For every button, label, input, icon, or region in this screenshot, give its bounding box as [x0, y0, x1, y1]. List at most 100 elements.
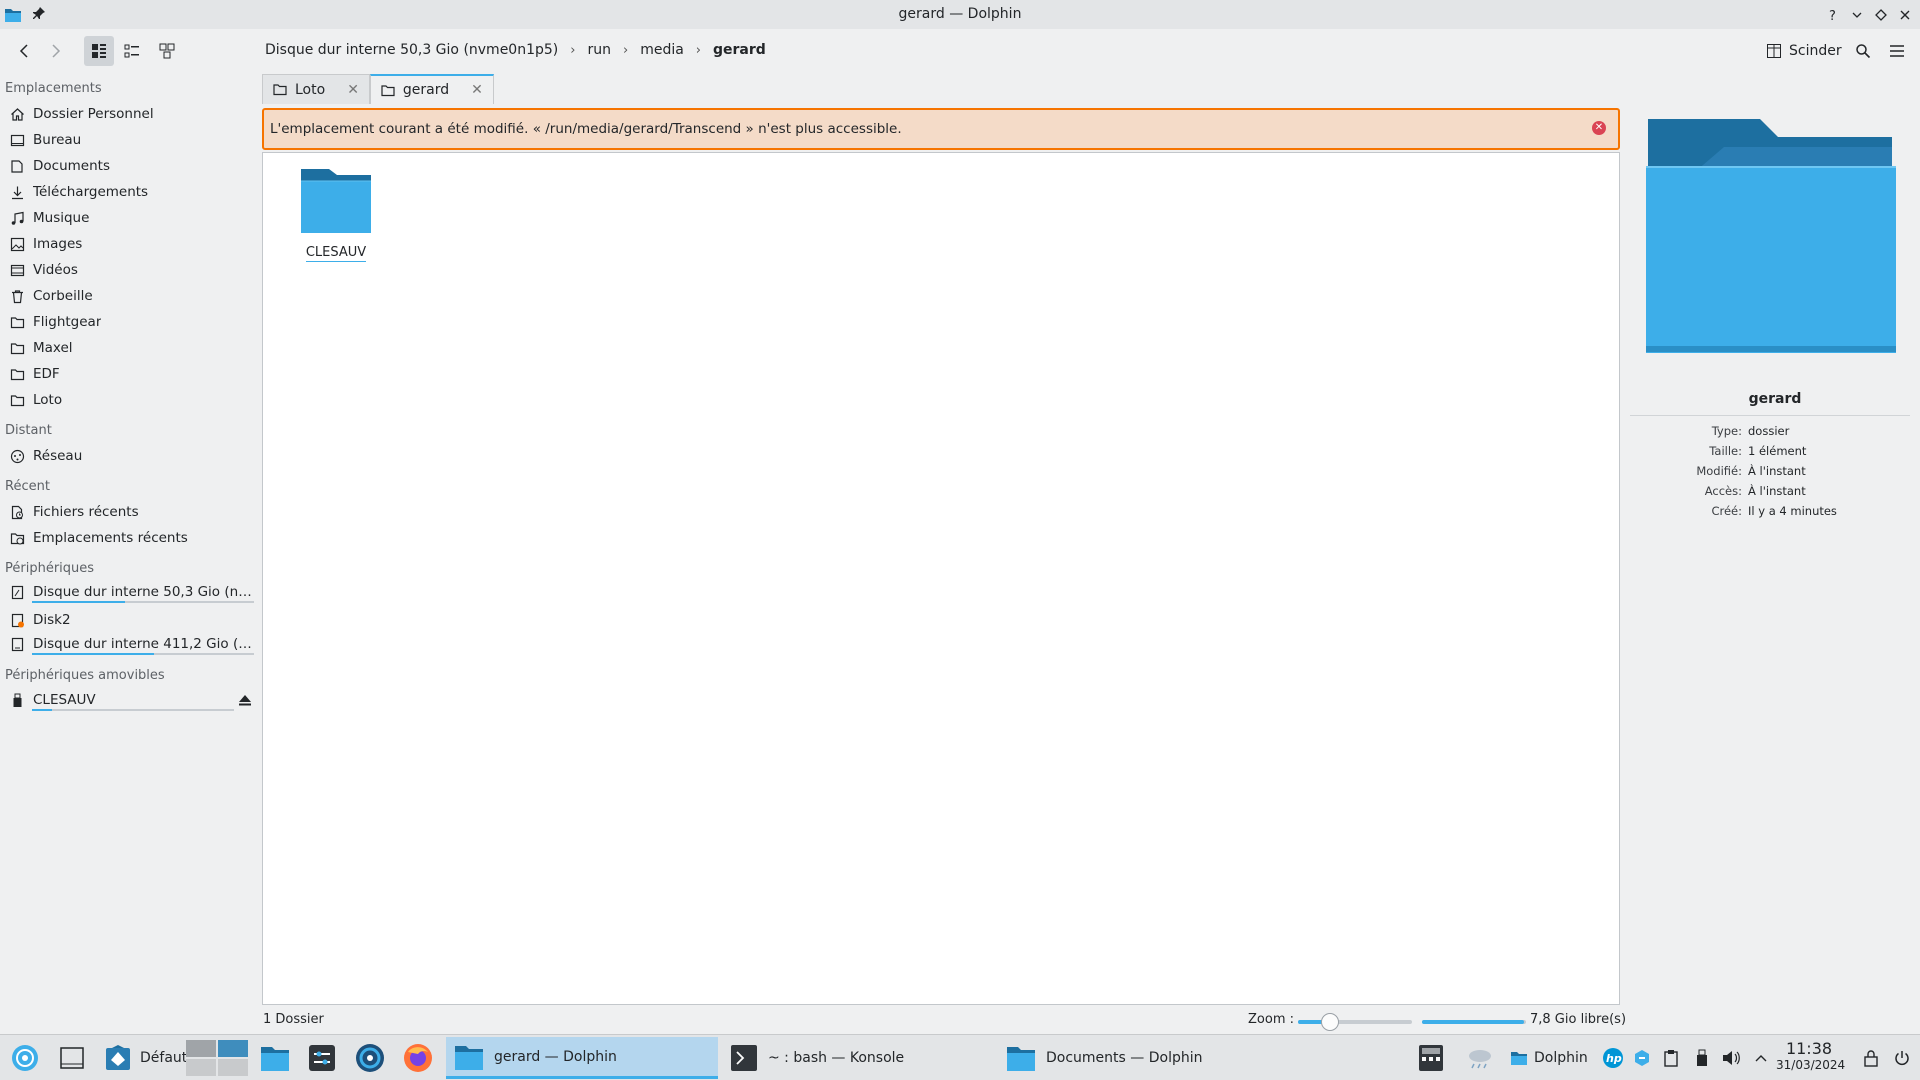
- folder-preview-icon: [1642, 113, 1898, 353]
- system-settings-icon[interactable]: [308, 1035, 336, 1080]
- digital-clock[interactable]: 11:38 31/03/2024: [1776, 1039, 1845, 1072]
- free-space-label: 7,8 Gio libre(s): [1530, 1012, 1627, 1027]
- chevron-up-icon[interactable]: [1754, 1035, 1768, 1080]
- sidebar-item-home[interactable]: Dossier Personnel: [0, 102, 256, 126]
- task-gerard-dolphin[interactable]: gerard — Dolphin: [446, 1037, 718, 1079]
- clock-time: 11:38: [1785, 1039, 1833, 1058]
- dolphin-launcher-icon[interactable]: [260, 1035, 290, 1080]
- info-item-name: gerard: [1748, 391, 1802, 407]
- sidebar-item-trash[interactable]: Corbeille: [0, 284, 256, 308]
- breadcrumb-item-drive[interactable]: Disque dur interne 50,3 Gio (nvme0n1p5): [263, 42, 560, 58]
- task-konsole[interactable]: ~ : bash — Konsole: [722, 1037, 994, 1079]
- title-bar[interactable]: gerard — Dolphin ?: [0, 0, 1920, 29]
- show-desktop-icon[interactable]: [60, 1035, 84, 1080]
- drive-icon: [9, 636, 26, 653]
- capacity-bar-clesauv: [32, 709, 234, 711]
- power-icon[interactable]: [1894, 1035, 1910, 1080]
- videos-icon: [9, 262, 26, 279]
- breadcrumb: Disque dur interne 50,3 Gio (nvme0n1p5) …: [263, 42, 768, 58]
- sidebar-item-disk2[interactable]: Disk2: [0, 608, 256, 632]
- chevron-right-icon: ›: [622, 42, 629, 58]
- clipboard-icon[interactable]: [1664, 1035, 1678, 1080]
- discover-icon[interactable]: [354, 1035, 386, 1080]
- sidebar-item-maxel[interactable]: Maxel: [0, 336, 256, 360]
- tab-loto[interactable]: Loto ✕: [262, 74, 370, 104]
- information-panel: gerard Type: dossier Taille: 1 élément Mod…: [1630, 73, 1920, 1033]
- sidebar-item-desktop[interactable]: Bureau: [0, 128, 256, 152]
- split-button[interactable]: Scinder: [1766, 39, 1842, 63]
- weather-icon[interactable]: [1466, 1035, 1494, 1080]
- zoom-slider-handle[interactable]: [1320, 1013, 1339, 1031]
- virtual-desktop-pager[interactable]: [186, 1035, 248, 1080]
- maximize-icon[interactable]: [1871, 5, 1891, 25]
- removable-device-icon[interactable]: [1696, 1035, 1708, 1080]
- hamburger-menu-icon[interactable]: [1882, 36, 1912, 66]
- sidebar-item-recent-places[interactable]: Emplacements récents: [0, 526, 256, 550]
- dolphin-task-icon: [454, 1043, 484, 1071]
- tab-gerard[interactable]: gerard ✕: [369, 74, 494, 104]
- close-tab-icon[interactable]: ✕: [471, 82, 483, 98]
- split-label: Scinder: [1789, 43, 1842, 59]
- compact-view-icon[interactable]: [152, 36, 182, 66]
- chevron-right-icon: ›: [695, 42, 701, 58]
- eject-icon[interactable]: [238, 694, 252, 706]
- sidebar-item-recent-files[interactable]: Fichiers récents: [0, 500, 256, 524]
- svg-text:?: ?: [1829, 9, 1836, 22]
- activity-switcher[interactable]: Défaut: [104, 1035, 187, 1080]
- icons-view-icon[interactable]: [84, 36, 114, 66]
- zoom-slider[interactable]: [1298, 1013, 1412, 1031]
- desktop-icon: [9, 132, 26, 149]
- activity-label: Défaut: [140, 1050, 188, 1066]
- recent-files-icon: [9, 504, 26, 521]
- documents-icon: [9, 158, 26, 175]
- volume-icon[interactable]: [1722, 1035, 1740, 1080]
- info-row-created: Créé: Il y a 4 minutes: [1711, 504, 1837, 518]
- firefox-icon[interactable]: [402, 1035, 434, 1080]
- warning-banner: L'emplacement courant a été modifié. « /…: [262, 108, 1620, 150]
- sidebar-item-edf[interactable]: EDF: [0, 362, 256, 386]
- breadcrumb-item-media[interactable]: media: [638, 42, 686, 58]
- close-icon[interactable]: [1895, 5, 1915, 25]
- details-view-icon[interactable]: [117, 36, 147, 66]
- search-icon[interactable]: [1848, 36, 1878, 66]
- hp-icon[interactable]: hp: [1602, 1035, 1624, 1080]
- application-launcher-icon[interactable]: [10, 1035, 40, 1080]
- sidebar-item-documents[interactable]: Documents: [0, 154, 256, 178]
- bluetooth-sync-icon[interactable]: [1632, 1035, 1652, 1080]
- trash-icon: [9, 288, 26, 305]
- drive-warning-icon: [9, 612, 26, 629]
- lock-screen-icon[interactable]: [1864, 1035, 1878, 1080]
- section-devices: Périphériques: [5, 561, 95, 576]
- breadcrumb-item-run[interactable]: run: [585, 42, 613, 58]
- tray-dolphin-label: Dolphin: [1534, 1050, 1588, 1066]
- file-view[interactable]: CLESAUV: [262, 152, 1620, 1005]
- konsole-task-icon: [730, 1044, 758, 1072]
- split-view-icon: [1766, 43, 1782, 59]
- drive-icon: [9, 584, 26, 601]
- info-row-size: Taille: 1 élément: [1709, 444, 1807, 458]
- network-icon: [9, 448, 26, 465]
- sidebar-item-pictures[interactable]: Images: [0, 232, 256, 256]
- music-icon: [9, 210, 26, 227]
- sidebar-item-music[interactable]: Musique: [0, 206, 256, 230]
- sidebar-item-network[interactable]: Réseau: [0, 444, 256, 468]
- home-icon: [9, 106, 26, 123]
- sidebar-item-loto[interactable]: Loto: [0, 388, 256, 412]
- forward-icon[interactable]: [40, 36, 70, 66]
- help-icon[interactable]: ?: [1823, 5, 1843, 25]
- sidebar-item-flightgear[interactable]: Flightgear: [0, 310, 256, 334]
- toolbar: Disque dur interne 50,3 Gio (nvme0n1p5) …: [0, 29, 1920, 73]
- minimize-icon[interactable]: [1847, 5, 1867, 25]
- section-places: Emplacements: [5, 81, 102, 96]
- info-row-accessed: Accès: À l'instant: [1704, 484, 1806, 498]
- tray-dolphin-item[interactable]: Dolphin: [1510, 1035, 1588, 1080]
- sidebar-item-videos[interactable]: Vidéos: [0, 258, 256, 282]
- sidebar-item-downloads[interactable]: Téléchargements: [0, 180, 256, 204]
- calculator-icon[interactable]: [1418, 1035, 1444, 1080]
- task-documents-dolphin[interactable]: Documents — Dolphin: [998, 1037, 1270, 1079]
- close-banner-icon[interactable]: ✕: [1592, 121, 1606, 135]
- file-item-clesauv[interactable]: CLESAUV: [293, 167, 379, 267]
- breadcrumb-item-gerard[interactable]: gerard: [711, 42, 768, 58]
- back-icon[interactable]: [10, 36, 40, 66]
- close-tab-icon[interactable]: ✕: [347, 82, 359, 98]
